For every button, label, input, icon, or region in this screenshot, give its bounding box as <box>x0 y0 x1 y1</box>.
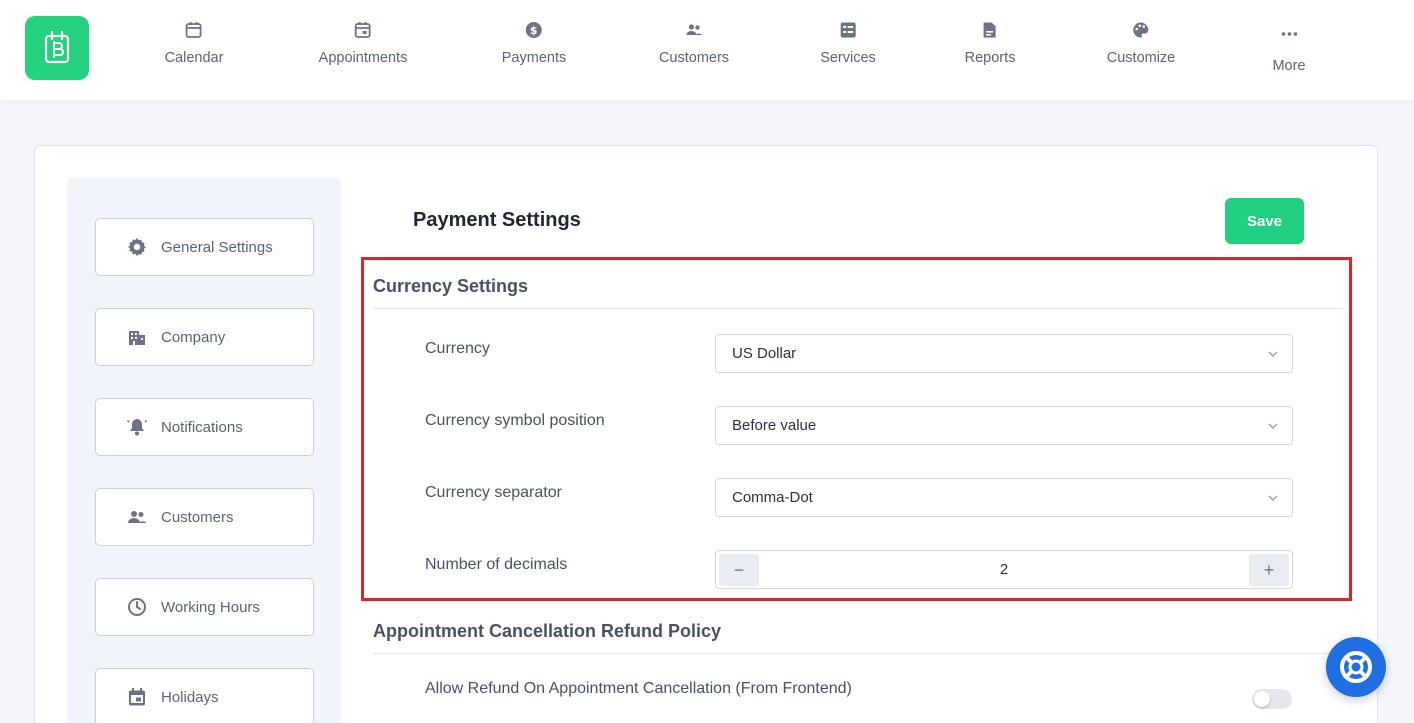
app-logo[interactable] <box>25 16 89 80</box>
decimals-stepper: − 2 + <box>715 550 1293 589</box>
dollar-icon: $ <box>524 20 544 40</box>
sidebar-item-customers[interactable]: Customers <box>95 488 314 546</box>
symbol-position-select-value: Before value <box>732 417 817 434</box>
section-divider <box>373 653 1345 654</box>
top-navigation-bar: Calendar Appointments $ Payments Custome… <box>0 0 1414 100</box>
increment-button[interactable]: + <box>1249 554 1289 586</box>
booking-logo-icon <box>44 30 70 64</box>
sidebar-item-notifications[interactable]: Notifications <box>95 398 314 456</box>
nav-reports[interactable]: Reports <box>964 20 1016 80</box>
nav-more[interactable]: More <box>1272 20 1306 80</box>
gear-icon <box>126 236 148 258</box>
nav-label: Payments <box>501 50 567 66</box>
save-button[interactable]: Save <box>1225 198 1304 244</box>
users-icon <box>684 20 704 40</box>
clock-icon <box>126 596 148 618</box>
lifebuoy-icon <box>1340 651 1372 683</box>
decimals-input[interactable]: 2 <box>761 551 1247 588</box>
page-title: Payment Settings <box>413 209 581 231</box>
refund-policy-title: Appointment Cancellation Refund Policy <box>373 621 722 641</box>
nav-customers[interactable]: Customers <box>659 20 729 80</box>
nav-customize[interactable]: Customize <box>1106 20 1176 80</box>
decimals-label: Number of decimals <box>425 556 568 573</box>
allow-refund-toggle[interactable] <box>1252 689 1292 709</box>
svg-text:$: $ <box>530 24 538 37</box>
sidebar-item-holidays[interactable]: Holidays <box>95 668 314 723</box>
toggle-knob <box>1254 691 1270 707</box>
sidebar-item-company[interactable]: Company <box>95 308 314 366</box>
list-icon <box>838 20 858 40</box>
nav-label: Services <box>820 50 876 66</box>
nav-calendar[interactable]: Calendar <box>164 20 224 80</box>
nav-label: Reports <box>964 50 1016 66</box>
users-icon <box>126 506 148 528</box>
nav-payments[interactable]: $ Payments <box>502 20 566 80</box>
separator-select[interactable]: Comma-Dot <box>715 478 1293 517</box>
decrement-button[interactable]: − <box>719 554 759 586</box>
section-divider <box>373 308 1345 309</box>
sidebar-item-working-hours[interactable]: Working Hours <box>95 578 314 636</box>
nav-label: More <box>1272 58 1306 74</box>
palette-icon <box>1131 20 1151 40</box>
sidebar-item-label: Company <box>161 328 226 346</box>
separator-label: Currency separator <box>425 484 562 501</box>
nav-label: Customers <box>658 50 730 66</box>
chevron-down-icon <box>1268 495 1278 501</box>
separator-select-value: Comma-Dot <box>732 489 813 506</box>
chevron-down-icon <box>1268 351 1278 357</box>
nav-label: Appointments <box>318 50 408 66</box>
report-icon <box>980 20 1000 40</box>
symbol-position-label: Currency symbol position <box>425 412 605 429</box>
sidebar-item-label: General Settings <box>161 238 273 256</box>
sidebar-item-label: Customers <box>161 508 234 526</box>
sidebar-item-label: Working Hours <box>161 598 260 616</box>
sidebar-item-label: Notifications <box>161 418 243 436</box>
chevron-down-icon <box>1268 423 1278 429</box>
currency-settings-title: Currency Settings <box>373 276 529 296</box>
allow-refund-label: Allow Refund On Appointment Cancellation… <box>425 680 852 697</box>
nav-label: Calendar <box>164 50 224 66</box>
nav-label: Customize <box>1106 50 1176 66</box>
currency-select[interactable]: US Dollar <box>715 334 1293 373</box>
ellipsis-icon <box>1279 24 1299 44</box>
currency-select-value: US Dollar <box>732 345 797 362</box>
symbol-position-select[interactable]: Before value <box>715 406 1293 445</box>
currency-label: Currency <box>425 340 490 357</box>
nav-appointments[interactable]: Appointments <box>318 20 408 80</box>
help-button[interactable] <box>1326 637 1386 697</box>
nav-services[interactable]: Services <box>820 20 876 80</box>
bell-icon <box>126 416 148 438</box>
calendar-check-icon <box>353 20 373 40</box>
calendar-icon <box>184 20 204 40</box>
sidebar-item-general-settings[interactable]: General Settings <box>95 218 314 276</box>
calendar-icon <box>126 686 148 708</box>
sidebar-item-label: Holidays <box>161 688 219 706</box>
building-icon <box>126 326 148 348</box>
